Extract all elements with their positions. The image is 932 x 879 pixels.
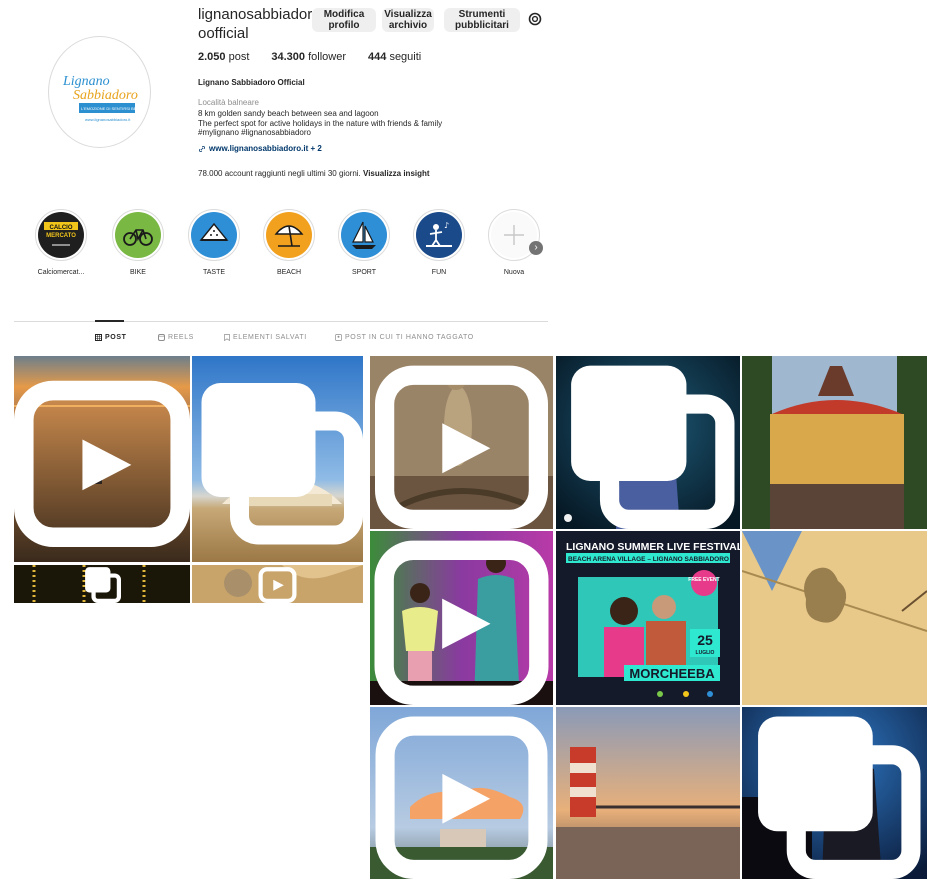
poster-festival-title: LIGNANO SUMMER LIVE FESTIVAL (566, 541, 740, 553)
reel-badge-icon (375, 716, 548, 879)
carousel-badge-icon (85, 567, 121, 603)
reel-badge-icon (374, 540, 549, 705)
carousel-badge-icon (758, 716, 921, 879)
bike-icon (123, 229, 153, 246)
logo-url: www.lignanosabbiadoro.it (85, 117, 131, 122)
carousel-badge-icon (201, 383, 363, 545)
poster-month: LUGLIO (696, 650, 715, 656)
active-tab-indicator (95, 320, 124, 322)
bookmark-icon (224, 334, 230, 341)
profile-username: lignanosabbiadoroofficial (198, 6, 313, 42)
following-count[interactable]: 444 seguiti (368, 51, 421, 63)
profile-bio: 8 km golden sandy beach between sea and … (198, 109, 498, 138)
view-insights-link[interactable]: Visualizza insight (363, 169, 430, 178)
post-singer-hat[interactable] (556, 356, 740, 529)
lignano-logo: Lignano Sabbiadoro L'EMOZIONE DI SENTIRS… (62, 74, 142, 122)
post-image (742, 531, 927, 705)
dj-icon: ♪ (426, 221, 452, 247)
highlight-label: BEACH (276, 269, 302, 276)
highlight-label: TASTE (202, 269, 226, 276)
poster-free-event: FREE EVENT (688, 577, 719, 583)
tab-posts[interactable]: POST (95, 334, 126, 341)
highlights-next-chevron-icon[interactable]: › (529, 241, 543, 255)
post-umbrella-shadow[interactable] (742, 531, 927, 705)
post-festival-poster[interactable]: LIGNANO SUMMER LIVE FESTIVAL BEACH ARENA… (556, 531, 740, 705)
svg-text:CALCIO: CALCIO (50, 225, 73, 231)
profile-stats: 2.050 post 34.300 follower 444 seguiti (198, 51, 421, 63)
poster-day: 25 (697, 632, 713, 648)
profile-category: Località balneare (198, 98, 259, 107)
bio-hashtags[interactable]: #mylignano #lignanosabbiadoro (198, 128, 498, 138)
watermelon-icon (199, 222, 229, 241)
poster-artist: MORCHEEBA (629, 666, 715, 681)
highlight-taste[interactable]: TASTE (179, 209, 249, 276)
post-image (742, 356, 927, 529)
tab-tagged[interactable]: POST IN CUI TI HANNO TAGGATO (335, 334, 474, 341)
post-sunset-sea[interactable] (14, 356, 190, 562)
post-pianist[interactable] (742, 707, 927, 879)
settings-gear-icon[interactable] (527, 11, 543, 27)
post-meerkat[interactable] (370, 356, 553, 529)
post-image (556, 707, 740, 879)
followers-count[interactable]: 34.300 follower (271, 51, 346, 63)
reel-badge-icon (375, 365, 548, 529)
tagged-user-icon (335, 334, 342, 341)
ad-tools-button[interactable]: Strumenti pubblicitari (444, 8, 520, 32)
carousel-badge-icon (571, 365, 735, 529)
svg-text:♪: ♪ (444, 221, 449, 230)
post-lighthouse-pier[interactable] (556, 707, 740, 879)
reel-badge-icon (14, 380, 190, 547)
tab-reels[interactable]: REELS (158, 334, 194, 341)
umbrella-icon (274, 225, 304, 247)
profile-avatar[interactable]: Lignano Sabbiadoro L'EMOZIONE DI SENTIRS… (48, 36, 151, 148)
highlight-label: FUN (431, 269, 447, 276)
post-image: LIGNANO SUMMER LIVE FESTIVAL BEACH ARENA… (556, 531, 740, 705)
calcio-mercato-icon: CALCIO MERCATO (44, 222, 78, 246)
insight-summary: 78.000 account raggiunti negli ultimi 30… (198, 169, 430, 178)
profile-full-name: Lignano Sabbiadoro Official (198, 78, 305, 87)
reels-icon (158, 334, 165, 341)
bio-line: 8 km golden sandy beach between sea and … (198, 109, 379, 118)
logo-tagline: L'EMOZIONE DI SENTIRSI BENE (81, 106, 142, 111)
highlight-calciomercato[interactable]: CALCIO MERCATO Calciomercat... (26, 209, 96, 276)
grid-icon (95, 334, 102, 341)
highlight-label: SPORT (352, 269, 376, 276)
edit-profile-button[interactable]: Modifica profilo (312, 8, 376, 32)
tab-saved[interactable]: ELEMENTI SALVATI (224, 334, 307, 341)
highlight-label: Calciomercat... (37, 269, 85, 276)
profile-link-text[interactable]: www.lignanosabbiadoro.it + 2 (209, 144, 322, 153)
view-archive-button[interactable]: Visualizza archivio (382, 8, 434, 32)
highlight-sport[interactable]: SPORT (329, 209, 399, 276)
bio-line: The perfect spot for active holidays in … (198, 118, 443, 128)
post-sunset-clouds[interactable] (370, 707, 553, 879)
poster-venue: BEACH ARENA VILLAGE – LIGNANO SABBIADORO (568, 556, 729, 563)
posts-count[interactable]: 2.050 post (198, 51, 249, 63)
reel-badge-icon (258, 567, 297, 603)
post-carousel[interactable] (742, 356, 927, 529)
highlight-beach[interactable]: BEACH (254, 209, 324, 276)
profile-link[interactable]: www.lignanosabbiadoro.it + 2 (198, 144, 322, 153)
post-night-lights[interactable] (14, 565, 190, 603)
highlight-label: Nuova (503, 269, 525, 276)
highlight-bike[interactable]: BIKE (103, 209, 173, 276)
post-concert-duet[interactable] (370, 531, 553, 705)
highlight-label: BIKE (130, 269, 146, 276)
logo-line2: Sabbiadoro (73, 88, 138, 103)
sailboat-icon (352, 221, 376, 249)
highlight-fun[interactable]: ♪ FUN (404, 209, 474, 276)
svg-text:MERCATO: MERCATO (46, 233, 76, 239)
post-sand-texture[interactable] (192, 565, 363, 603)
logo-line1: Lignano (62, 74, 110, 89)
post-terrazza-a-mare[interactable] (192, 356, 363, 562)
link-icon (198, 145, 206, 152)
